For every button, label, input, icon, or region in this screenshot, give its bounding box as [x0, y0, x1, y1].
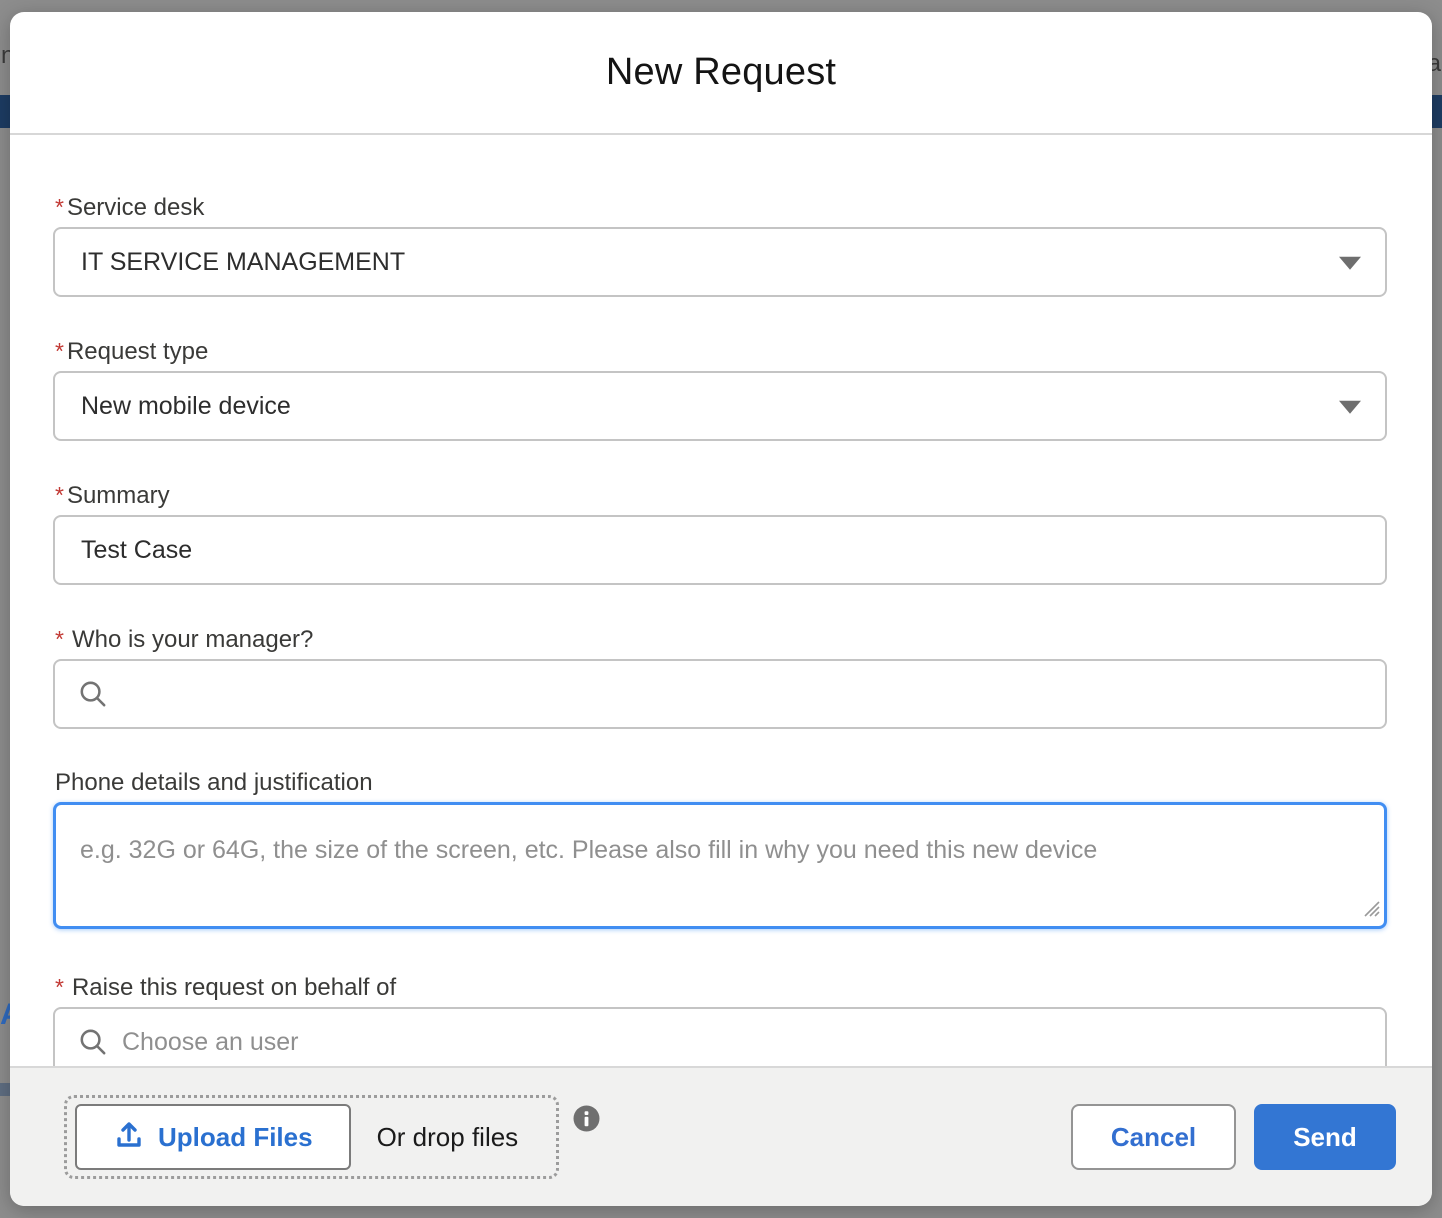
resize-grip-icon[interactable]: [1359, 896, 1381, 923]
field-label-text: Phone details and justification: [55, 769, 373, 797]
manager-search-input[interactable]: [109, 661, 1385, 727]
new-request-modal: New Request * Service desk IT SERVICE MA…: [10, 12, 1432, 1206]
modal-body: * Service desk IT SERVICE MANAGEMENT * R…: [10, 135, 1432, 1066]
phone-details-label: Phone details and justification: [55, 769, 1387, 797]
upload-files-button[interactable]: Upload Files: [75, 1104, 351, 1170]
behalf-of-label: * Raise this request on behalf of: [55, 973, 1387, 1002]
required-asterisk: *: [55, 481, 64, 509]
summary-input[interactable]: [55, 517, 1385, 583]
field-label-text: Raise this request on behalf of: [72, 974, 396, 1002]
search-icon: [55, 1026, 109, 1058]
required-asterisk: *: [55, 337, 64, 365]
request-type-label: * Request type: [55, 337, 1387, 366]
required-asterisk: *: [55, 973, 64, 1001]
field-label-text: Summary: [67, 482, 170, 510]
field-label-text: Service desk: [67, 194, 204, 222]
required-asterisk: *: [55, 625, 64, 653]
manager-label: * Who is your manager?: [55, 625, 1387, 654]
upload-icon: [113, 1118, 145, 1157]
service-desk-label: * Service desk: [55, 193, 1387, 222]
field-service-desk: * Service desk IT SERVICE MANAGEMENT: [53, 193, 1387, 297]
chevron-down-icon: [1339, 401, 1361, 414]
info-icon[interactable]: [573, 1105, 600, 1137]
field-summary: * Summary: [53, 481, 1387, 585]
modal-header: New Request: [10, 12, 1432, 135]
background-nav-highlight: [1432, 95, 1442, 128]
background-nav-highlight: [0, 95, 10, 128]
service-desk-select[interactable]: IT SERVICE MANAGEMENT: [53, 227, 1387, 297]
background-band: [0, 1083, 10, 1096]
field-phone-details: Phone details and justification: [53, 769, 1387, 929]
behalf-of-lookup-box: [53, 1007, 1387, 1066]
send-button[interactable]: Send: [1254, 1104, 1396, 1170]
drop-files-hint: Or drop files: [377, 1122, 519, 1153]
cancel-button[interactable]: Cancel: [1071, 1104, 1236, 1170]
request-type-select[interactable]: New mobile device: [53, 371, 1387, 441]
field-label-text: Request type: [67, 338, 208, 366]
behalf-of-search-input[interactable]: [109, 1009, 1385, 1066]
field-behalf-of: * Raise this request on behalf of: [53, 973, 1387, 1066]
required-asterisk: *: [55, 193, 64, 221]
select-value: IT SERVICE MANAGEMENT: [55, 248, 405, 277]
upload-files-label: Upload Files: [158, 1122, 313, 1153]
field-label-text: Who is your manager?: [72, 626, 313, 654]
file-drop-zone[interactable]: Upload Files Or drop files: [64, 1095, 559, 1179]
modal-footer: Upload Files Or drop files Cancel Send: [10, 1066, 1432, 1206]
summary-label: * Summary: [55, 481, 1387, 510]
select-value: New mobile device: [55, 392, 291, 421]
field-request-type: * Request type New mobile device: [53, 337, 1387, 441]
manager-lookup-box: [53, 659, 1387, 729]
phone-details-textarea-box: [53, 802, 1387, 929]
phone-details-textarea[interactable]: [56, 805, 1384, 926]
page-title: New Request: [606, 51, 836, 94]
footer-actions: Cancel Send: [1071, 1104, 1396, 1170]
search-icon: [55, 678, 109, 710]
chevron-down-icon: [1339, 257, 1361, 270]
field-manager: * Who is your manager?: [53, 625, 1387, 729]
summary-field-box: [53, 515, 1387, 585]
